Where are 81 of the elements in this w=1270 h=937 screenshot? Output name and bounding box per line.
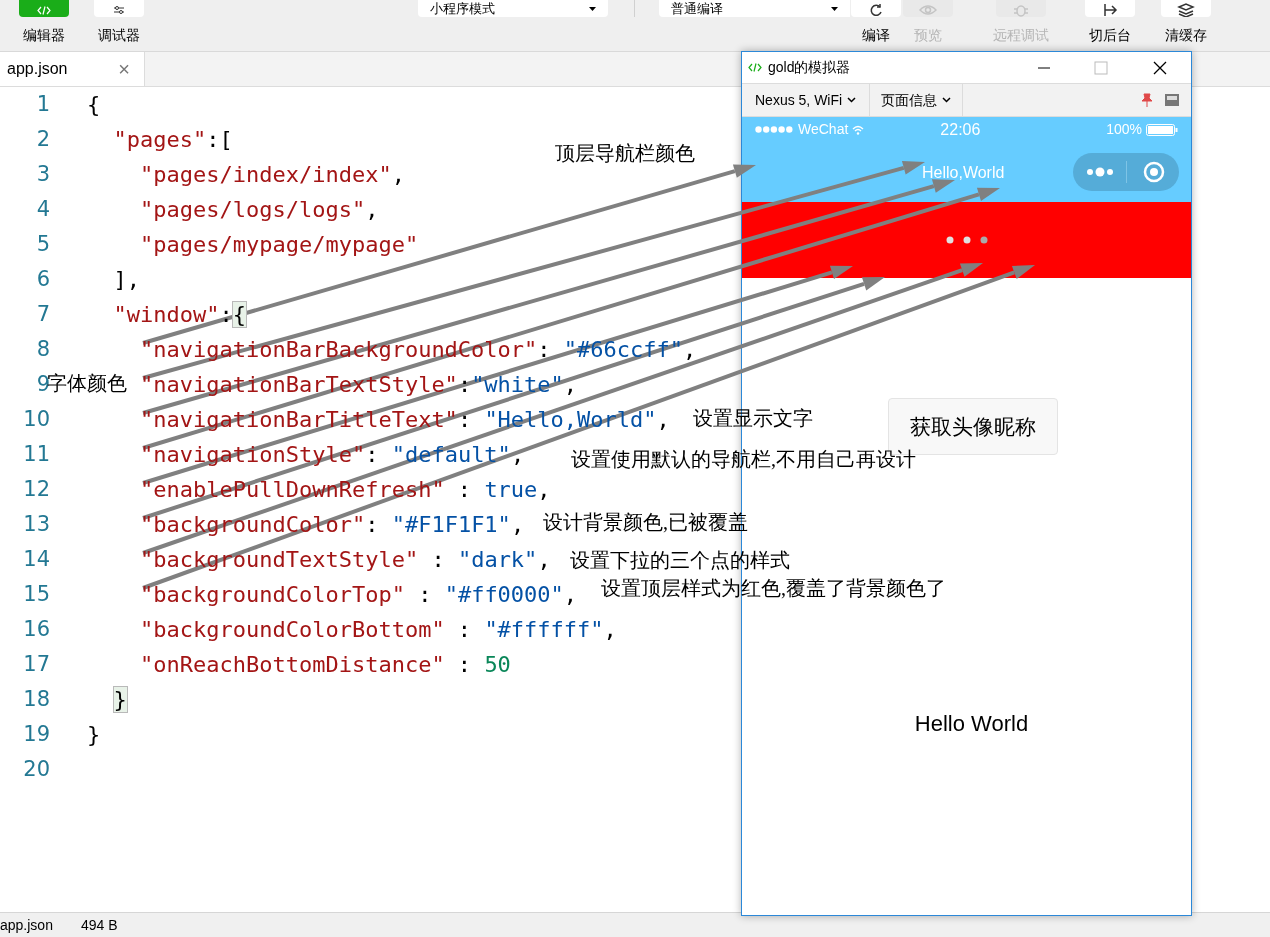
line-number: 7 xyxy=(35,300,50,328)
page-info-dropdown[interactable]: 页面信息 xyxy=(870,84,964,116)
record-icon xyxy=(1143,161,1165,183)
line-number: 14 xyxy=(22,545,50,573)
status-file: app.json xyxy=(0,915,53,935)
code-line: "backgroundColorTop" : "#ff0000", xyxy=(140,581,578,609)
exit-icon xyxy=(1101,3,1119,17)
file-tab[interactable]: app.json × xyxy=(0,52,145,86)
layers-icon xyxy=(1177,3,1195,17)
hello-text: Hello World xyxy=(914,710,1029,738)
close-icon[interactable]: × xyxy=(118,59,130,79)
code-line: "window":{ xyxy=(113,301,246,329)
tab-label: app.json xyxy=(7,59,68,79)
code-line: "navigationBarTitleText": "Hello,World", xyxy=(140,406,670,434)
eye-icon xyxy=(919,3,937,17)
wifi-icon xyxy=(852,124,865,135)
clock-text: 22:06 xyxy=(940,119,981,140)
sliders-icon xyxy=(113,5,125,15)
caret-icon xyxy=(589,6,596,11)
code-line: "navigationBarTextStyle":"white", xyxy=(140,371,578,399)
code-line: } xyxy=(87,721,101,749)
code-icon xyxy=(748,63,762,72)
dock-icon[interactable] xyxy=(1165,94,1179,106)
line-number: 12 xyxy=(22,475,50,503)
line-number: 17 xyxy=(22,650,50,678)
more-icon xyxy=(1086,167,1114,177)
bug-icon xyxy=(1012,3,1030,17)
line-number: 18 xyxy=(22,685,50,713)
battery-text: 100% xyxy=(1106,120,1142,139)
mode-dropdown[interactable]: 小程序模式 xyxy=(418,0,608,17)
line-number: 16 xyxy=(22,615,50,643)
battery-icon xyxy=(1146,123,1178,136)
toolbar-button[interactable]: 清缓存 xyxy=(1160,0,1212,46)
chevron-down-icon xyxy=(847,97,857,103)
line-number: 8 xyxy=(35,335,50,363)
line-number: 15 xyxy=(22,580,50,608)
file-size: 494 B xyxy=(80,915,118,935)
code-line: "pages":[ xyxy=(113,126,233,154)
nav-title: Hello,World xyxy=(922,163,1005,183)
signal-icon xyxy=(755,126,793,133)
code-line: "pages/index/index", xyxy=(140,161,405,189)
code-line: { xyxy=(87,91,101,119)
compile-dropdown[interactable]: 普通编译 xyxy=(659,0,850,17)
toolbar-button[interactable]: 切后台 xyxy=(1084,0,1136,46)
code-line: "backgroundColorBottom" : "#ffffff", xyxy=(140,616,617,644)
chevron-down-icon xyxy=(942,97,952,103)
line-number: 3 xyxy=(35,160,50,188)
line-number: 1 xyxy=(35,90,50,118)
device-dropdown[interactable]: Nexus 5, WiFi xyxy=(742,84,871,116)
code-line: "pages/logs/logs", xyxy=(140,196,379,224)
caret-icon xyxy=(831,6,838,11)
line-number: 10 xyxy=(22,405,50,433)
capsule-button[interactable] xyxy=(1073,153,1179,191)
code-line: ], xyxy=(113,266,140,294)
code-line: "pages/mypage/mypage" xyxy=(140,231,419,259)
line-number: 19 xyxy=(22,720,50,748)
carrier-text: WeChat xyxy=(798,120,849,139)
annotation-text: 顶层导航栏颜色 xyxy=(555,141,695,165)
mode-button[interactable]: 编辑器 xyxy=(19,0,69,46)
loading-dots-icon xyxy=(945,236,988,244)
line-number: 20 xyxy=(22,755,50,783)
pin-icon[interactable] xyxy=(1141,93,1153,107)
line-number: 11 xyxy=(22,440,50,468)
mode-button[interactable]: 调试器 xyxy=(94,0,144,46)
code-icon xyxy=(37,6,51,15)
line-number: 9 xyxy=(35,370,50,398)
code-line: "backgroundTextStyle" : "dark", xyxy=(140,546,551,574)
annotation-text: 字体颜色 xyxy=(47,371,127,395)
line-number: 6 xyxy=(35,265,50,293)
line-number: 2 xyxy=(35,125,50,153)
window-title: gold的模拟器 xyxy=(768,58,851,77)
code-line: "navigationBarBackgroundColor": "#66ccff", xyxy=(140,336,697,364)
close-icon[interactable] xyxy=(1153,60,1167,75)
line-number: 4 xyxy=(35,195,50,223)
line-number: 5 xyxy=(35,230,50,258)
code-line: "backgroundColor": "#F1F1F1", xyxy=(140,511,525,539)
code-line: "navigationStyle": "default", xyxy=(140,441,525,469)
line-number: 13 xyxy=(22,510,50,538)
toolbar-button[interactable]: 编译 xyxy=(850,0,902,46)
code-line: "enablePullDownRefresh" : true, xyxy=(140,476,551,504)
code-line: "onReachBottomDistance" : 50 xyxy=(140,651,511,679)
